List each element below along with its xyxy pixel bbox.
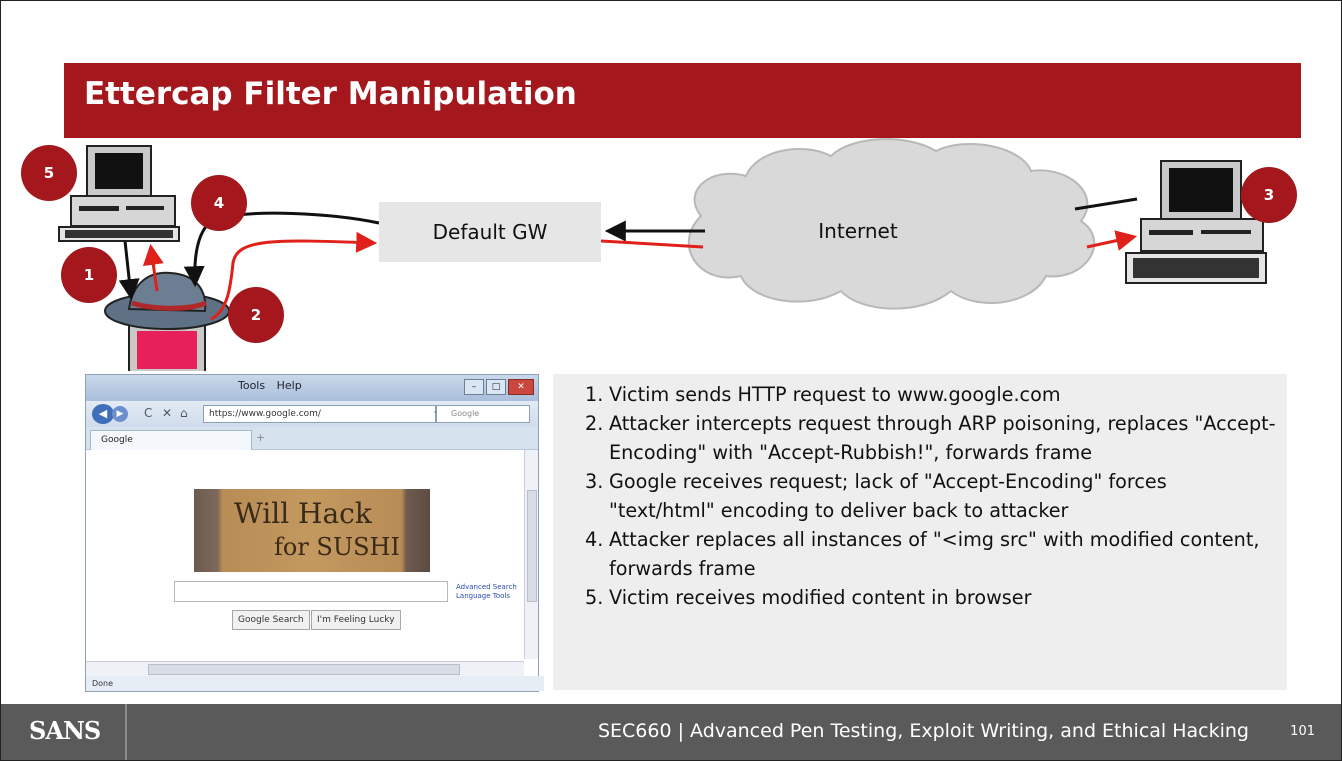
browser-window: Tools Help – □ ✕ ◀ ▶ C ✕ ⌂ https://www.g… [85, 374, 544, 692]
feeling-lucky-button[interactable]: I'm Feeling Lucky [311, 610, 401, 630]
close-icon[interactable]: ✕ [508, 379, 534, 395]
course-title: SEC660 | Advanced Pen Testing, Exploit W… [597, 720, 1249, 742]
forward-icon[interactable]: ▶ [112, 406, 128, 422]
advanced-search-links[interactable]: Advanced Search Language Tools [456, 583, 517, 601]
new-tab-icon[interactable]: + [256, 431, 265, 444]
tab-strip: Google + [86, 427, 538, 450]
back-icon[interactable]: ◀ [92, 404, 114, 424]
sign-line-2: for SUSHI [274, 533, 400, 561]
badge-3: 3 [1241, 167, 1297, 223]
minimize-icon[interactable]: – [464, 379, 484, 395]
victim-computer [58, 145, 180, 242]
status-bar: Done [86, 676, 544, 691]
step-item: 3. Google receives request; lack of "Acce… [585, 470, 1167, 522]
step-item: 5. Victim receives modified content in br… [585, 586, 1032, 609]
badge-2: 2 [228, 287, 284, 343]
page-content: Will Hack for SUSHI Advanced Search Lang… [86, 450, 524, 659]
badge-5: 5 [21, 145, 77, 201]
sans-logo-box: SANS [1, 704, 127, 760]
search-field[interactable]: Google [436, 405, 530, 423]
attacker-hat [104, 271, 230, 330]
advanced-search-link[interactable]: Advanced Search [456, 583, 517, 592]
slide: Ettercap Filter Manipulation Default GW … [0, 0, 1342, 761]
step-item: 1. Victim sends HTTP request to www.googl… [585, 383, 1061, 406]
menu-item[interactable]: Help [277, 379, 302, 392]
google-search-input[interactable] [174, 581, 448, 602]
will-hack-sign-image: Will Hack for SUSHI [194, 489, 430, 572]
horizontal-scrollbar[interactable] [86, 661, 524, 676]
vertical-scrollbar[interactable] [524, 450, 538, 659]
step-item: 2. Attacker intercepts request through AR… [585, 412, 1276, 464]
menu-item[interactable]: Tools [238, 379, 265, 392]
browser-titlebar: Tools Help – □ ✕ [86, 375, 538, 401]
reload-icon[interactable]: C [144, 406, 152, 420]
badge-4: 4 [191, 175, 247, 231]
home-icon[interactable]: ⌂ [180, 406, 188, 420]
url-bar[interactable]: https://www.google.com/ [203, 405, 436, 423]
sans-logo: SANS [29, 716, 101, 745]
badge-1: 1 [61, 247, 117, 303]
browser-toolbar: ◀ ▶ C ✕ ⌂ https://www.google.com/ → ▾ Go… [86, 401, 538, 427]
page-number: 101 [1290, 724, 1315, 739]
stop-icon[interactable]: ✕ [162, 406, 172, 420]
tab-google[interactable]: Google [90, 430, 252, 450]
steps-panel: 1. Victim sends HTTP request to www.googl… [553, 374, 1287, 690]
window-controls: – □ ✕ [464, 379, 534, 395]
footer: SANS SEC660 | Advanced Pen Testing, Expl… [1, 704, 1341, 760]
step-item: 4. Attacker replaces all instances of "<i… [585, 528, 1260, 580]
maximize-icon[interactable]: □ [486, 379, 506, 395]
browser-menu: Tools Help [238, 379, 310, 392]
default-gateway-box: Default GW [379, 202, 601, 262]
internet-label: Internet [818, 219, 898, 243]
attacker-computer [128, 322, 206, 371]
language-tools-link[interactable]: Language Tools [456, 592, 517, 601]
google-search-button[interactable]: Google Search [232, 610, 310, 630]
sign-line-1: Will Hack [234, 497, 372, 530]
